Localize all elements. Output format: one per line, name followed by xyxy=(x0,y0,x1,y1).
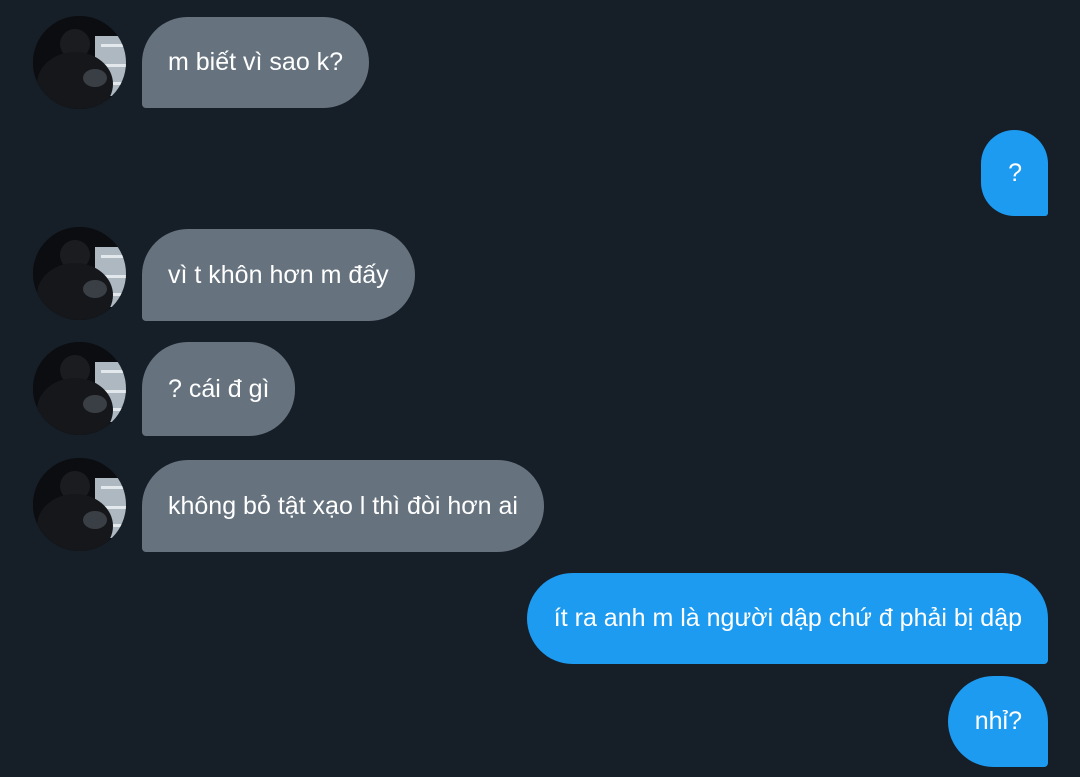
outgoing-message[interactable]: ? xyxy=(981,130,1048,216)
outgoing-message[interactable]: ít ra anh m là người dập chứ đ phải bị d… xyxy=(526,573,1048,664)
avatar-photo-icon xyxy=(33,342,126,435)
contact-avatar[interactable] xyxy=(33,227,126,320)
incoming-message[interactable]: ? cái đ gì xyxy=(142,342,296,436)
incoming-message[interactable]: không bỏ tật xạo l thì đòi hơn ai xyxy=(142,460,544,552)
incoming-message[interactable]: vì t khôn hơn m đấy xyxy=(142,229,415,321)
contact-avatar[interactable] xyxy=(33,342,126,435)
avatar-photo-icon xyxy=(33,16,126,109)
avatar-photo-icon xyxy=(33,458,126,551)
contact-avatar[interactable] xyxy=(33,16,126,109)
incoming-message[interactable]: m biết vì sao k? xyxy=(142,17,370,108)
avatar-photo-icon xyxy=(33,227,126,320)
contact-avatar[interactable] xyxy=(33,458,126,551)
outgoing-message[interactable]: nhỉ? xyxy=(947,676,1048,767)
chat-thread: m biết vì sao k? ? vì t khôn hơn m đấy ?… xyxy=(0,0,1080,777)
